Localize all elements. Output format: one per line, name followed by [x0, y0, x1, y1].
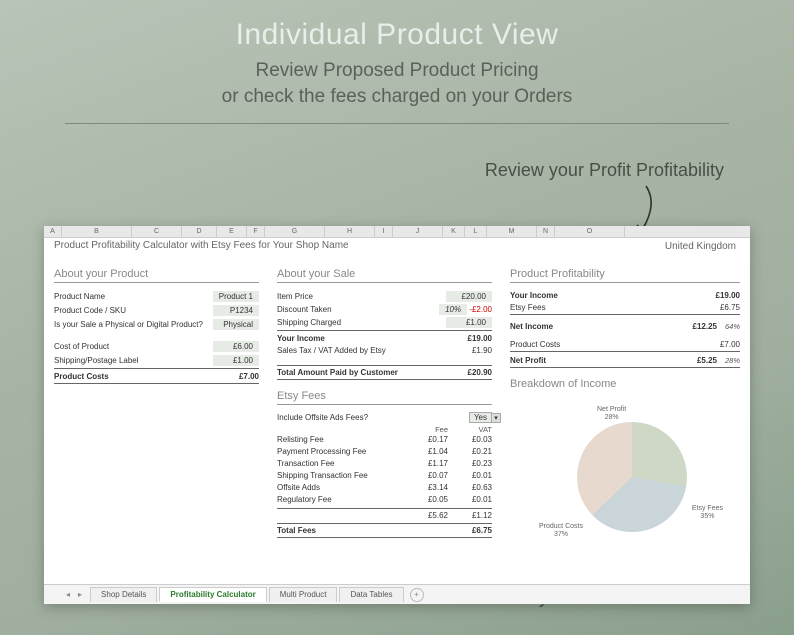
section-about-sale: About your Sale [277, 268, 492, 283]
spreadsheet-window: ABCDEFGHIJKLMNO Product Profitability Ca… [44, 226, 750, 604]
shipping-label: Shipping/Postage Label [54, 356, 139, 365]
type-select[interactable]: Physical [213, 319, 259, 330]
col-header[interactable]: I [375, 226, 393, 237]
pie-chart: Net Profit28% Etsy Fees35% Product Costs… [545, 400, 705, 540]
offsite-ads-label: Include Offsite Ads Fees? [277, 413, 368, 422]
product-costs-label: Product Costs [54, 372, 109, 381]
your-income-label: Your Income [277, 334, 325, 343]
net-income-label: Net Income [510, 322, 553, 331]
add-tab-button[interactable]: + [410, 588, 424, 602]
col-header[interactable]: O [555, 226, 625, 237]
net-profit-label: Net Profit [510, 356, 546, 365]
fee-row: Payment Processing Fee£1.04£0.21 [277, 446, 492, 458]
tab-nav-next-icon[interactable]: ▸ [78, 590, 82, 599]
col-header[interactable]: K [443, 226, 465, 237]
net-profit-pct: 28% [725, 356, 740, 365]
section-etsy-fees: Etsy Fees [277, 390, 492, 405]
vat-col-header: VAT [462, 425, 492, 434]
vat-label: Sales Tax / VAT Added by Etsy [277, 346, 386, 355]
net-income-value: £12.25 [693, 322, 717, 331]
p-income-value: £19.00 [716, 291, 740, 300]
page-subtitle: Review Proposed Product Pricingor check … [0, 58, 794, 109]
fee-col-header: Fee [418, 425, 448, 434]
fee-row: Relisting Fee£0.17£0.03 [277, 434, 492, 446]
vat-value: £1.90 [472, 346, 492, 355]
product-costs-value: £7.00 [239, 372, 259, 381]
product-name-input[interactable]: Product 1 [213, 291, 259, 302]
subtotal-vat: £1.12 [462, 511, 492, 520]
item-price-input[interactable]: £20.00 [446, 291, 492, 302]
sheet-title: Product Profitability Calculator with Et… [54, 240, 349, 251]
shipping-input[interactable]: £1.00 [213, 355, 259, 366]
tab-shop-details[interactable]: Shop Details [90, 587, 157, 602]
total-paid-label: Total Amount Paid by Customer [277, 368, 398, 377]
section-breakdown: Breakdown of Income [510, 378, 740, 392]
tab-nav-prev-icon[interactable]: ◂ [66, 590, 70, 599]
fee-row: Transaction Fee£1.17£0.23 [277, 458, 492, 470]
offsite-ads-select[interactable]: Yes [469, 412, 492, 423]
type-label: Is your Sale a Physical or Digital Produ… [54, 320, 203, 329]
p-fees-label: Etsy Fees [510, 303, 546, 312]
cost-label: Cost of Product [54, 342, 109, 351]
pie-label-netprofit: Net Profit28% [597, 406, 626, 423]
section-about-product: About your Product [54, 268, 259, 283]
shipping-charged-label: Shipping Charged [277, 318, 341, 327]
net-income-pct: 64% [725, 322, 740, 331]
net-profit-value: £5.25 [697, 356, 717, 365]
sheet-tabs: ◂ ▸ Shop DetailsProfitability Calculator… [44, 584, 750, 604]
total-paid-value: £20.90 [468, 368, 492, 377]
p-cost-label: Product Costs [510, 340, 560, 349]
location-label: United Kingdom [665, 241, 736, 252]
pie-label-etsyfees: Etsy Fees35% [692, 505, 723, 522]
fee-row: Offsite Adds£3.14£0.63 [277, 482, 492, 494]
col-header[interactable]: J [393, 226, 443, 237]
col-header[interactable]: F [247, 226, 265, 237]
discount-value: -£2.00 [469, 305, 492, 314]
subtotal-fee: £5.62 [418, 511, 448, 520]
col-header[interactable]: H [325, 226, 375, 237]
tab-data-tables[interactable]: Data Tables [339, 587, 403, 602]
tab-multi-product[interactable]: Multi Product [269, 587, 338, 602]
p-cost-value: £7.00 [720, 340, 740, 349]
col-header[interactable]: E [217, 226, 247, 237]
fee-row: Shipping Transaction Fee£0.07£0.01 [277, 470, 492, 482]
product-name-label: Product Name [54, 292, 105, 301]
col-header[interactable]: L [465, 226, 487, 237]
pie-label-productcosts: Product Costs37% [539, 523, 583, 540]
tab-profitability-calculator[interactable]: Profitability Calculator [159, 587, 266, 602]
col-header[interactable]: N [537, 226, 555, 237]
divider [65, 123, 729, 124]
p-fees-value: £6.75 [720, 303, 740, 312]
sku-label: Product Code / SKU [54, 306, 126, 315]
discount-label: Discount Taken [277, 305, 332, 314]
page-title: Individual Product View [0, 0, 794, 52]
col-header[interactable]: B [62, 226, 132, 237]
item-price-label: Item Price [277, 292, 313, 301]
annotation-profit: Review your Profit Profitability [485, 160, 724, 181]
col-header[interactable]: G [265, 226, 325, 237]
cost-input[interactable]: £6.00 [213, 341, 259, 352]
p-income-label: Your Income [510, 291, 558, 300]
col-header[interactable]: M [487, 226, 537, 237]
discount-pct-input[interactable]: 10% [439, 304, 467, 315]
col-header[interactable]: D [182, 226, 217, 237]
col-header[interactable]: C [132, 226, 182, 237]
total-fees-value: £6.75 [472, 526, 492, 535]
column-headers: ABCDEFGHIJKLMNO [44, 226, 750, 238]
col-header[interactable]: A [44, 226, 62, 237]
total-fees-label: Total Fees [277, 526, 316, 535]
fee-row: Regulatory Fee£0.05£0.01 [277, 494, 492, 506]
section-profitability: Product Profitability [510, 268, 740, 283]
shipping-charged-input[interactable]: £1.00 [446, 317, 492, 328]
your-income-value: £19.00 [468, 334, 492, 343]
sku-input[interactable]: P1234 [213, 305, 259, 316]
